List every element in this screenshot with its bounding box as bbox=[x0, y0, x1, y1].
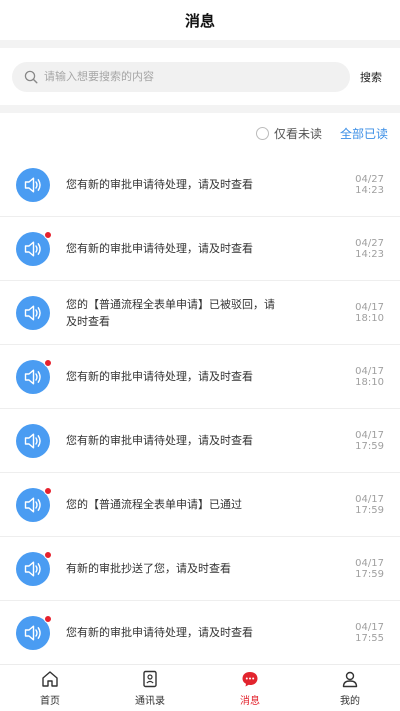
speaker-icon bbox=[24, 497, 41, 512]
message-avatar bbox=[16, 230, 52, 266]
divider bbox=[0, 105, 400, 113]
message-time: 04/17 18:10 bbox=[355, 301, 384, 324]
search-row: 搜索 bbox=[0, 48, 400, 105]
unread-only-radio[interactable] bbox=[255, 126, 269, 140]
search-box[interactable] bbox=[12, 61, 350, 92]
message-avatar bbox=[16, 295, 50, 330]
message-avatar bbox=[16, 358, 52, 394]
filter-row: 仅看未读 全部已读 bbox=[0, 113, 400, 153]
speaker-icon bbox=[24, 241, 41, 256]
message-item[interactable]: 您有新的审批申请待处理，请及时查看 04/27 14:23 bbox=[0, 153, 400, 217]
message-item[interactable]: 您的【普通流程全表单申请】已被驳回，请及时查看 04/17 18:10 bbox=[0, 281, 400, 345]
message-avatar bbox=[16, 167, 50, 202]
header-bar: 消息 bbox=[0, 0, 400, 40]
message-time: 04/17 18:10 bbox=[355, 365, 384, 388]
message-item[interactable]: 您有新的审批申请待处理，请及时查看 04/27 14:23 bbox=[0, 217, 400, 281]
message-item[interactable]: 您有新的审批申请待处理，请及时查看 04/17 17:55 bbox=[0, 601, 400, 665]
tab-home[interactable]: 首页 bbox=[0, 665, 100, 711]
message-avatar bbox=[16, 486, 52, 522]
search-input[interactable] bbox=[44, 70, 324, 83]
bottom-tab-bar: 首页 通讯录 消息 我的 bbox=[0, 664, 400, 711]
tab-contacts[interactable]: 通讯录 bbox=[100, 665, 200, 711]
contacts-icon bbox=[143, 670, 157, 688]
tab-label: 通讯录 bbox=[135, 696, 165, 707]
search-icon bbox=[24, 70, 38, 84]
search-button[interactable]: 搜索 bbox=[360, 69, 382, 85]
message-avatar bbox=[16, 550, 52, 586]
message-icon bbox=[242, 672, 258, 687]
speaker-icon bbox=[24, 433, 41, 448]
tab-label: 首页 bbox=[40, 696, 60, 707]
tab-profile[interactable]: 我的 bbox=[300, 665, 400, 711]
unread-only-label[interactable]: 仅看未读 bbox=[274, 125, 322, 142]
message-text: 您有新的审批申请待处理，请及时查看 bbox=[66, 242, 253, 255]
message-text: 您的【普通流程全表单申请】已通过 bbox=[66, 498, 242, 511]
speaker-icon bbox=[24, 369, 41, 384]
message-time: 04/17 17:59 bbox=[355, 557, 384, 580]
message-text: 您有新的审批申请待处理，请及时查看 bbox=[66, 434, 253, 447]
speaker-icon bbox=[24, 177, 41, 192]
message-time: 04/27 14:23 bbox=[355, 173, 384, 196]
profile-icon bbox=[342, 671, 358, 688]
speaker-icon bbox=[24, 305, 41, 320]
home-icon bbox=[42, 671, 58, 687]
message-list: 您有新的审批申请待处理，请及时查看 04/27 14:23 您有新的审批申请待处… bbox=[0, 153, 400, 665]
message-text: 您有新的审批申请待处理，请及时查看 bbox=[66, 626, 253, 639]
unread-dot bbox=[44, 230, 52, 239]
speaker-icon bbox=[24, 625, 41, 640]
message-item[interactable]: 您有新的审批申请待处理，请及时查看 04/17 17:59 bbox=[0, 409, 400, 473]
message-item[interactable]: 您的【普通流程全表单申请】已通过 04/17 17:59 bbox=[0, 473, 400, 537]
unread-dot bbox=[44, 550, 52, 559]
message-time: 04/17 17:59 bbox=[355, 493, 384, 516]
page-title: 消息 bbox=[184, 11, 215, 30]
unread-dot bbox=[44, 614, 52, 623]
mark-all-read-button[interactable]: 全部已读 bbox=[340, 125, 388, 142]
message-avatar bbox=[16, 423, 50, 458]
message-item[interactable]: 您有新的审批申请待处理，请及时查看 04/17 18:10 bbox=[0, 345, 400, 409]
message-time: 04/17 17:59 bbox=[355, 429, 384, 452]
tab-messages[interactable]: 消息 bbox=[200, 665, 300, 711]
message-text: 有新的审批抄送了您，请及时查看 bbox=[66, 562, 231, 575]
message-avatar bbox=[16, 614, 52, 650]
speaker-icon bbox=[24, 561, 41, 576]
message-time: 04/17 17:55 bbox=[355, 621, 384, 644]
message-item[interactable]: 有新的审批抄送了您，请及时查看 04/17 17:59 bbox=[0, 537, 400, 601]
divider bbox=[0, 40, 400, 48]
tab-label: 消息 bbox=[240, 696, 260, 707]
message-text: 您有新的审批申请待处理，请及时查看 bbox=[66, 178, 253, 191]
message-time: 04/27 14:23 bbox=[355, 237, 384, 260]
message-text: 您的【普通流程全表单申请】已被驳回，请及时查看 bbox=[66, 297, 275, 328]
tab-label: 我的 bbox=[340, 696, 360, 707]
unread-dot bbox=[44, 358, 52, 367]
unread-dot bbox=[44, 486, 52, 495]
message-text: 您有新的审批申请待处理，请及时查看 bbox=[66, 370, 253, 383]
